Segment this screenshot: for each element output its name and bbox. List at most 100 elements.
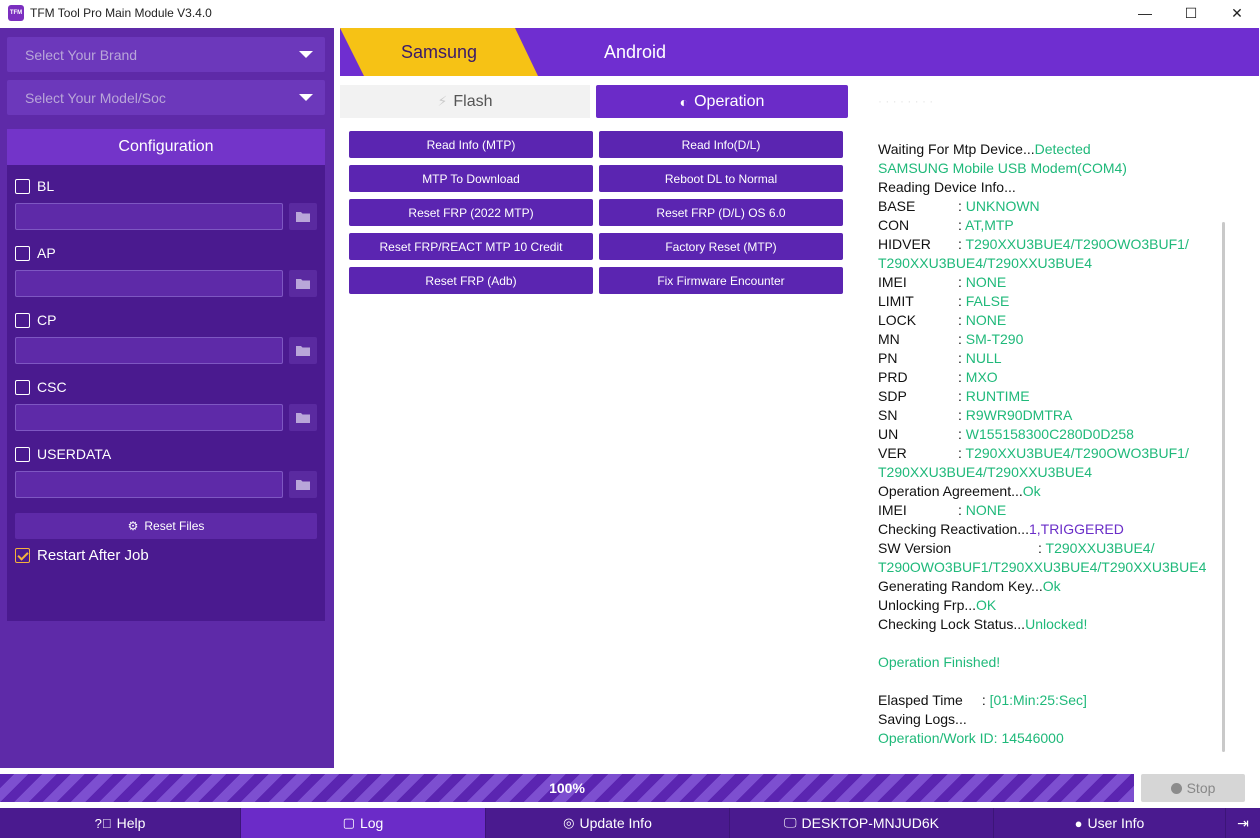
log-value: W155158300C280D0D258 bbox=[965, 426, 1134, 442]
log-separator: : bbox=[958, 198, 966, 214]
tab-operation[interactable]: ◐ Operation bbox=[596, 85, 848, 118]
log-line: T290XXU3BUE4/T290XXU3BUE4 bbox=[878, 254, 1228, 273]
tab-flash[interactable]: ⚡ Flash bbox=[340, 85, 590, 118]
operation-icon: ◐ bbox=[679, 93, 689, 110]
log-line: Checking Reactivation...1,TRIGGERED bbox=[878, 520, 1228, 539]
log-line: MN: SM-T290 bbox=[878, 330, 1228, 349]
tab-android[interactable]: Android bbox=[560, 28, 710, 76]
logout-icon: ⇥ bbox=[1237, 814, 1249, 831]
ap-checkbox[interactable] bbox=[15, 245, 30, 261]
user-info-button[interactable]: ● User Info bbox=[994, 808, 1226, 838]
factory-reset-mtp-button[interactable]: Factory Reset (MTP) bbox=[599, 233, 843, 260]
read-info-mtp-button[interactable]: Read Info (MTP) bbox=[349, 131, 593, 158]
cp-browse-button[interactable] bbox=[289, 337, 317, 364]
cp-file-input[interactable] bbox=[15, 337, 283, 364]
log-separator: : bbox=[1038, 540, 1046, 556]
reboot-dl-to-normal-button[interactable]: Reboot DL to Normal bbox=[599, 165, 843, 192]
brand-select[interactable]: Select Your Brand bbox=[7, 37, 325, 72]
log-message: Saving Logs... bbox=[878, 711, 967, 727]
log-value: AT,MTP bbox=[965, 217, 1014, 233]
fix-firmware-encounter-button[interactable]: Fix Firmware Encounter bbox=[599, 267, 843, 294]
log-field-label: VER bbox=[878, 445, 907, 461]
log-field-label: SDP bbox=[878, 388, 907, 404]
csc-checkbox[interactable] bbox=[15, 379, 30, 395]
logout-button[interactable]: ⇥ bbox=[1226, 808, 1260, 838]
log-value: NONE bbox=[965, 312, 1007, 328]
log-header-faded: · · · · · · · · bbox=[878, 94, 934, 108]
operations-panel: ⚡ Flash ◐ Operation Read Info (MTP) Read… bbox=[340, 82, 851, 768]
help-button[interactable]: ?⃝ Help bbox=[0, 808, 241, 838]
bl-file-input[interactable] bbox=[15, 203, 283, 230]
stop-icon bbox=[1170, 782, 1182, 794]
log-line: IMEI: NONE bbox=[878, 273, 1228, 292]
ap-checkbox-row[interactable]: AP bbox=[15, 245, 56, 261]
mtp-to-download-button[interactable]: MTP To Download bbox=[349, 165, 593, 192]
log-separator: : bbox=[958, 274, 966, 290]
csc-browse-button[interactable] bbox=[289, 404, 317, 431]
userdata-file-input[interactable] bbox=[15, 471, 283, 498]
reset-frp-2022-mtp-button[interactable]: Reset FRP (2022 MTP) bbox=[349, 199, 593, 226]
log-field-label: MN bbox=[878, 331, 900, 347]
bl-checkbox[interactable] bbox=[15, 178, 30, 194]
stop-button[interactable]: Stop bbox=[1141, 774, 1245, 802]
bl-browse-button[interactable] bbox=[289, 203, 317, 230]
log-line: LIMIT: FALSE bbox=[878, 292, 1228, 311]
ap-file-input[interactable] bbox=[15, 270, 283, 297]
progress-bar: 100% bbox=[0, 774, 1134, 802]
model-select[interactable]: Select Your Model/Soc bbox=[7, 80, 325, 115]
log-field-label: IMEI bbox=[878, 274, 907, 290]
csc-checkbox-row[interactable]: CSC bbox=[15, 379, 67, 395]
read-info-dl-button[interactable]: Read Info(D/L) bbox=[599, 131, 843, 158]
csc-file-input[interactable] bbox=[15, 404, 283, 431]
tab-samsung[interactable]: Samsung bbox=[340, 28, 538, 76]
restart-after-job-row[interactable]: Restart After Job bbox=[15, 547, 149, 564]
monitor-icon: 🖵 bbox=[784, 815, 797, 830]
cp-checkbox-row[interactable]: CP bbox=[15, 312, 56, 328]
log-message: Operation Agreement... bbox=[878, 483, 1023, 499]
reset-files-button[interactable]: ⚙ Reset Files bbox=[15, 513, 317, 539]
help-icon: ?⃝ bbox=[94, 815, 112, 831]
bl-checkbox-row[interactable]: BL bbox=[15, 178, 54, 194]
log-message: Reading Device Info... bbox=[878, 179, 1016, 195]
log-separator: : bbox=[958, 369, 966, 385]
folder-icon bbox=[296, 212, 310, 222]
log-separator: : bbox=[958, 388, 966, 404]
log-separator: : bbox=[958, 350, 966, 366]
log-line: CON: AT,MTP bbox=[878, 216, 1228, 235]
log-field-label: UN bbox=[878, 426, 899, 442]
cp-checkbox[interactable] bbox=[15, 312, 30, 328]
reset-frp-react-mtp-button[interactable]: Reset FRP/REACT MTP 10 Credit bbox=[349, 233, 593, 260]
log-line: SDP: RUNTIME bbox=[878, 387, 1228, 406]
userdata-browse-button[interactable] bbox=[289, 471, 317, 498]
reset-frp-dl-os6-button[interactable]: Reset FRP (D/L) OS 6.0 bbox=[599, 199, 843, 226]
log-line: SW Version: T290XXU3BUE4/ bbox=[878, 539, 1228, 558]
maximize-button[interactable]: ☐ bbox=[1168, 0, 1214, 26]
log-line: Operation Agreement...Ok bbox=[878, 482, 1228, 501]
log-field-label: IMEI bbox=[878, 502, 907, 518]
log-separator: : bbox=[958, 502, 966, 518]
userdata-label: USERDATA bbox=[37, 446, 112, 462]
update-info-button[interactable]: ◎ Update Info bbox=[486, 808, 730, 838]
reset-frp-adb-button[interactable]: Reset FRP (Adb) bbox=[349, 267, 593, 294]
stop-label: Stop bbox=[1186, 780, 1216, 796]
title-bar: TFM TFM Tool Pro Main Module V3.4.0 — ☐ … bbox=[0, 0, 1260, 26]
log-scrollbar[interactable] bbox=[1222, 222, 1225, 752]
log-separator: : bbox=[958, 312, 966, 328]
restart-after-job-checkbox[interactable] bbox=[15, 548, 30, 563]
log-message: Unlocking Frp... bbox=[878, 597, 977, 613]
log-line: LOCK: NONE bbox=[878, 311, 1228, 330]
user-info-label: User Info bbox=[1087, 815, 1145, 831]
log-line: IMEI: NONE bbox=[878, 501, 1228, 520]
log-separator: : bbox=[958, 426, 966, 442]
log-line: Saving Logs... bbox=[878, 710, 1228, 729]
log-message: Waiting For Mtp Device... bbox=[878, 141, 1035, 157]
minimize-button[interactable]: — bbox=[1122, 0, 1168, 26]
ap-browse-button[interactable] bbox=[289, 270, 317, 297]
close-button[interactable]: ✕ bbox=[1214, 0, 1260, 26]
log-button[interactable]: ▢ Log bbox=[241, 808, 486, 838]
userdata-checkbox[interactable] bbox=[15, 446, 30, 462]
log-field-label: Elasped Time bbox=[878, 692, 963, 708]
userdata-checkbox-row[interactable]: USERDATA bbox=[15, 446, 111, 462]
